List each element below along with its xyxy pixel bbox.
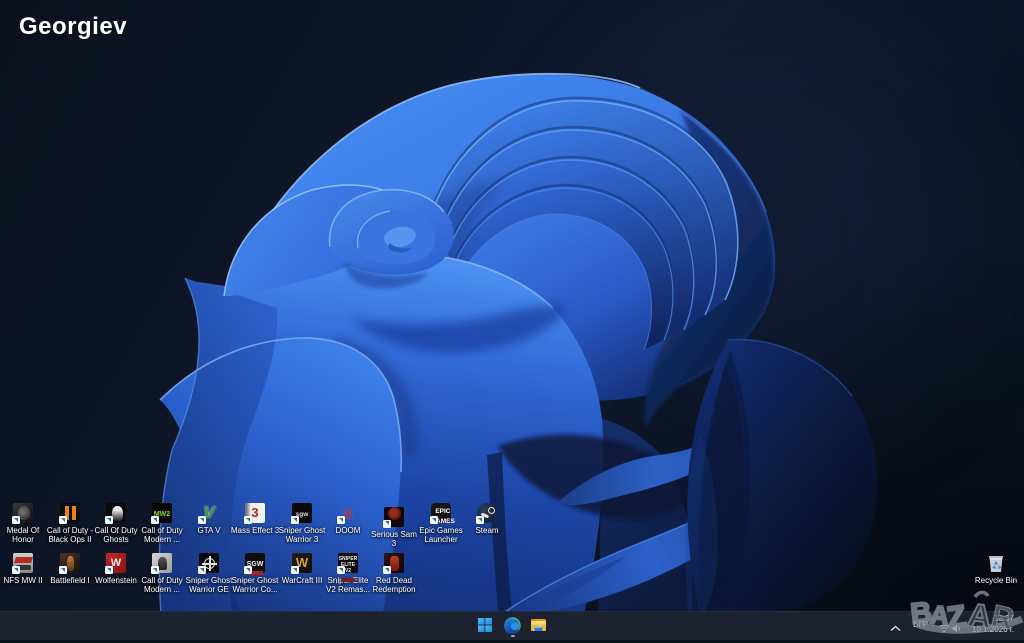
svg-text:Z: Z (945, 598, 969, 635)
